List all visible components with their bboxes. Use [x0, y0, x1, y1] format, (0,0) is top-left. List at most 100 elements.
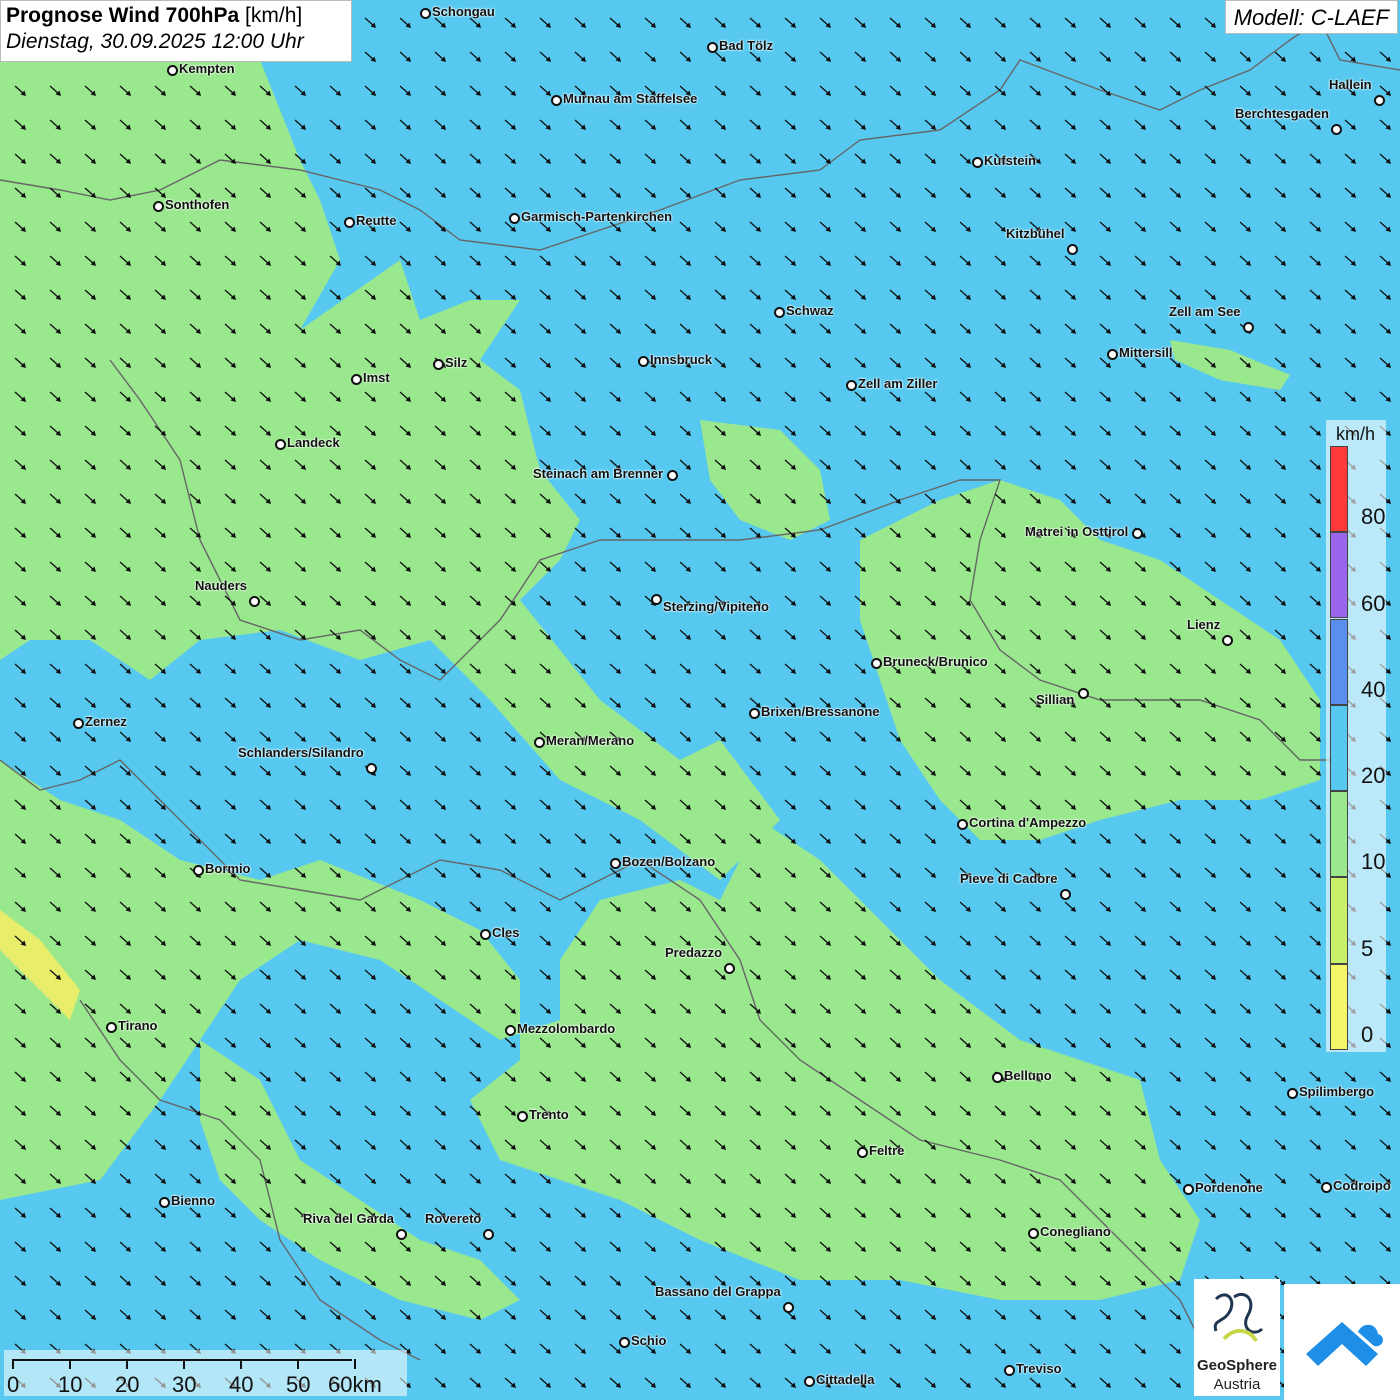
wind-arrow	[329, 1139, 341, 1150]
wind-arrow	[644, 187, 656, 198]
wind-arrow	[1134, 391, 1146, 402]
wind-arrow	[1169, 119, 1181, 130]
wind-arrow	[679, 629, 691, 640]
wind-arrow	[364, 867, 376, 878]
wind-arrow	[1204, 1207, 1216, 1218]
wind-arrow	[1169, 493, 1181, 504]
wind-arrow	[84, 935, 96, 946]
wind-arrow	[784, 799, 796, 810]
wind-arrow	[84, 1241, 96, 1252]
wind-arrow	[84, 119, 96, 130]
wind-arrow	[434, 119, 446, 130]
wind-arrow	[714, 153, 726, 164]
wind-arrow	[1064, 493, 1076, 504]
wind-arrow	[644, 1003, 656, 1014]
city-label: Zernez	[85, 714, 127, 729]
wind-arrow	[1169, 1105, 1181, 1116]
wind-arrow	[1204, 969, 1216, 980]
wind-arrow	[119, 1105, 131, 1116]
wind-arrow	[1064, 1241, 1076, 1252]
wind-arrow	[224, 731, 236, 742]
wind-arrow	[784, 867, 796, 878]
wind-arrow	[329, 289, 341, 300]
wind-arrow	[679, 527, 691, 538]
wind-arrow	[84, 833, 96, 844]
wind-arrow	[294, 1275, 306, 1286]
wind-arrow	[1239, 1071, 1251, 1082]
wind-arrow	[1274, 119, 1286, 130]
wind-arrow	[259, 1275, 271, 1286]
wind-arrow	[784, 1343, 796, 1354]
wind-arrow	[714, 663, 726, 674]
wind-arrow	[329, 935, 341, 946]
title-unit: [km/h]	[245, 4, 303, 27]
wind-arrow	[119, 1003, 131, 1014]
wind-arrow	[854, 799, 866, 810]
wind-arrow	[784, 1241, 796, 1252]
wind-arrow	[1064, 595, 1076, 606]
wind-arrow	[1239, 51, 1251, 62]
wind-arrow	[14, 969, 26, 980]
wind-arrow	[14, 391, 26, 402]
wind-arrow	[294, 1309, 306, 1320]
wind-arrow	[119, 85, 131, 96]
wind-arrow	[259, 119, 271, 130]
wind-arrow	[854, 1003, 866, 1014]
wind-arrow	[294, 765, 306, 776]
wind-arrow	[434, 901, 446, 912]
wind-arrow	[154, 731, 166, 742]
wind-arrow	[189, 935, 201, 946]
wind-arrow	[889, 731, 901, 742]
wind-arrow	[854, 561, 866, 572]
wind-arrow	[854, 765, 866, 776]
wind-arrow	[1029, 323, 1041, 334]
wind-arrow	[1134, 1241, 1146, 1252]
wind-arrow	[1134, 493, 1146, 504]
wind-arrow	[434, 1139, 446, 1150]
wind-arrow	[364, 17, 376, 28]
city-marker	[1067, 244, 1078, 255]
wind-arrow	[119, 799, 131, 810]
wind-arrow	[854, 425, 866, 436]
wind-arrow	[1309, 119, 1321, 130]
wind-arrow	[1134, 799, 1146, 810]
wind-arrow	[1134, 425, 1146, 436]
wind-arrow	[1029, 1241, 1041, 1252]
wind-arrow	[1239, 799, 1251, 810]
wind-arrow	[119, 731, 131, 742]
wind-arrow	[329, 799, 341, 810]
wind-arrow	[574, 255, 586, 266]
wind-arrow	[994, 561, 1006, 572]
wind-arrow	[1134, 1139, 1146, 1150]
wind-arrow	[749, 119, 761, 130]
wind-arrow	[889, 901, 901, 912]
wind-arrow	[539, 357, 551, 368]
wind-arrow	[1169, 561, 1181, 572]
wind-arrow	[1099, 493, 1111, 504]
wind-arrow	[329, 493, 341, 504]
wind-arrow	[259, 1105, 271, 1116]
wind-arrow	[469, 1173, 481, 1184]
wind-arrow	[504, 1377, 516, 1388]
wind-arrow	[819, 1139, 831, 1150]
wind-arrow	[1064, 323, 1076, 334]
wind-arrow	[714, 833, 726, 844]
wind-arrow	[854, 459, 866, 470]
wind-arrow	[84, 527, 96, 538]
wind-arrow	[714, 187, 726, 198]
wind-arrow	[434, 1275, 446, 1286]
wind-arrow	[189, 969, 201, 980]
wind-arrow	[574, 901, 586, 912]
wind-arrow	[14, 85, 26, 96]
city-label: Riva del Garda	[303, 1211, 395, 1226]
wind-arrow	[1274, 765, 1286, 776]
wind-arrow	[1204, 17, 1216, 28]
wind-arrow	[84, 357, 96, 368]
wind-arrow	[1274, 833, 1286, 844]
city-label: Predazzo	[665, 945, 723, 960]
city-marker	[73, 718, 84, 729]
wind-arrow	[1309, 187, 1321, 198]
city-marker	[1331, 124, 1342, 135]
wind-arrow	[679, 765, 691, 776]
city-label: Schwaz	[786, 303, 834, 318]
